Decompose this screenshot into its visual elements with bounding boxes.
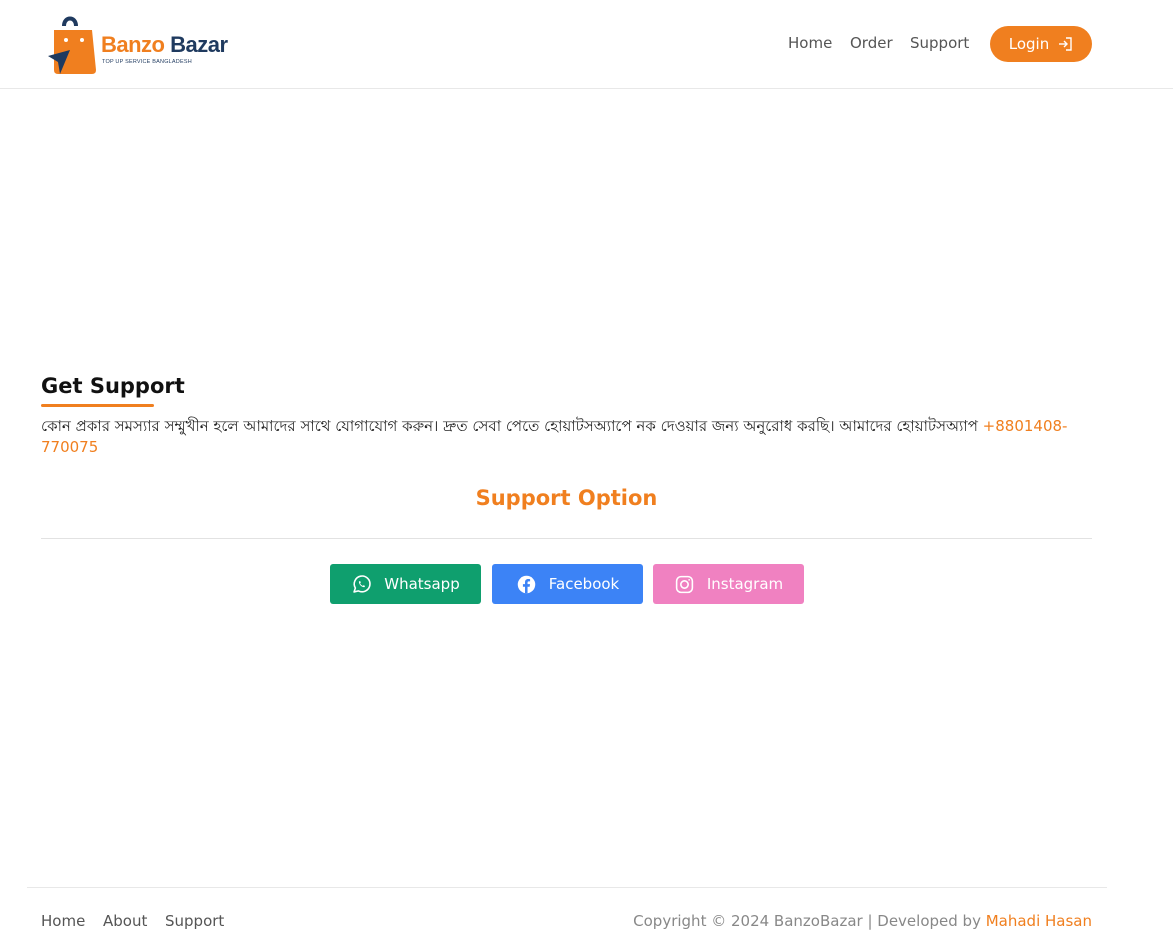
nav-home[interactable]: Home	[788, 34, 832, 52]
brand-tagline: TOP UP SERVICE BANGLADESH	[102, 59, 192, 65]
footer-divider	[27, 887, 1107, 888]
support-option-heading: Support Option	[475, 486, 658, 510]
facebook-button[interactable]: Facebook	[492, 564, 643, 604]
login-icon	[1059, 37, 1072, 51]
divider	[41, 538, 1092, 539]
page-title: Get Support	[41, 374, 185, 398]
copyright-label: Copyright © 2024 BanzoBazar | Developed …	[633, 912, 986, 930]
facebook-label: Facebook	[548, 575, 620, 593]
whatsapp-label: Whatsapp	[384, 575, 460, 593]
facebook-icon	[517, 575, 535, 593]
login-label: Login	[1008, 35, 1050, 53]
shopping-bag-logo-icon	[48, 16, 96, 74]
footer-link-home[interactable]: Home	[41, 912, 85, 930]
brand-name-part1: Banzo	[101, 32, 165, 57]
brand-logo[interactable]: Banzo Bazar TOP UP SERVICE BANGLADESH	[46, 12, 228, 76]
brand-name-part2: Bazar	[170, 32, 228, 57]
footer-link-about[interactable]: About	[103, 912, 147, 930]
support-description-text: কোন প্রকার সমস্যার সম্মুখীন হলে আমাদের স…	[41, 417, 983, 435]
instagram-icon	[675, 575, 694, 593]
title-underline	[41, 404, 154, 407]
site-header: Banzo Bazar TOP UP SERVICE BANGLADESH Ho…	[0, 0, 1173, 89]
brand-name: Banzo Bazar	[101, 32, 228, 58]
nav-order[interactable]: Order	[850, 34, 893, 52]
support-description: কোন প্রকার সমস্যার সম্মুখীন হলে আমাদের স…	[41, 416, 1096, 458]
instagram-label: Instagram	[706, 575, 784, 593]
nav-support[interactable]: Support	[910, 34, 969, 52]
footer-link-support[interactable]: Support	[165, 912, 224, 930]
instagram-button[interactable]: Instagram	[653, 564, 804, 604]
copyright-text: Copyright © 2024 BanzoBazar | Developed …	[633, 912, 1092, 930]
whatsapp-button[interactable]: Whatsapp	[330, 564, 481, 604]
login-button[interactable]: Login	[990, 26, 1092, 62]
developer-link[interactable]: Mahadi Hasan	[986, 912, 1092, 930]
whatsapp-icon	[353, 574, 372, 593]
